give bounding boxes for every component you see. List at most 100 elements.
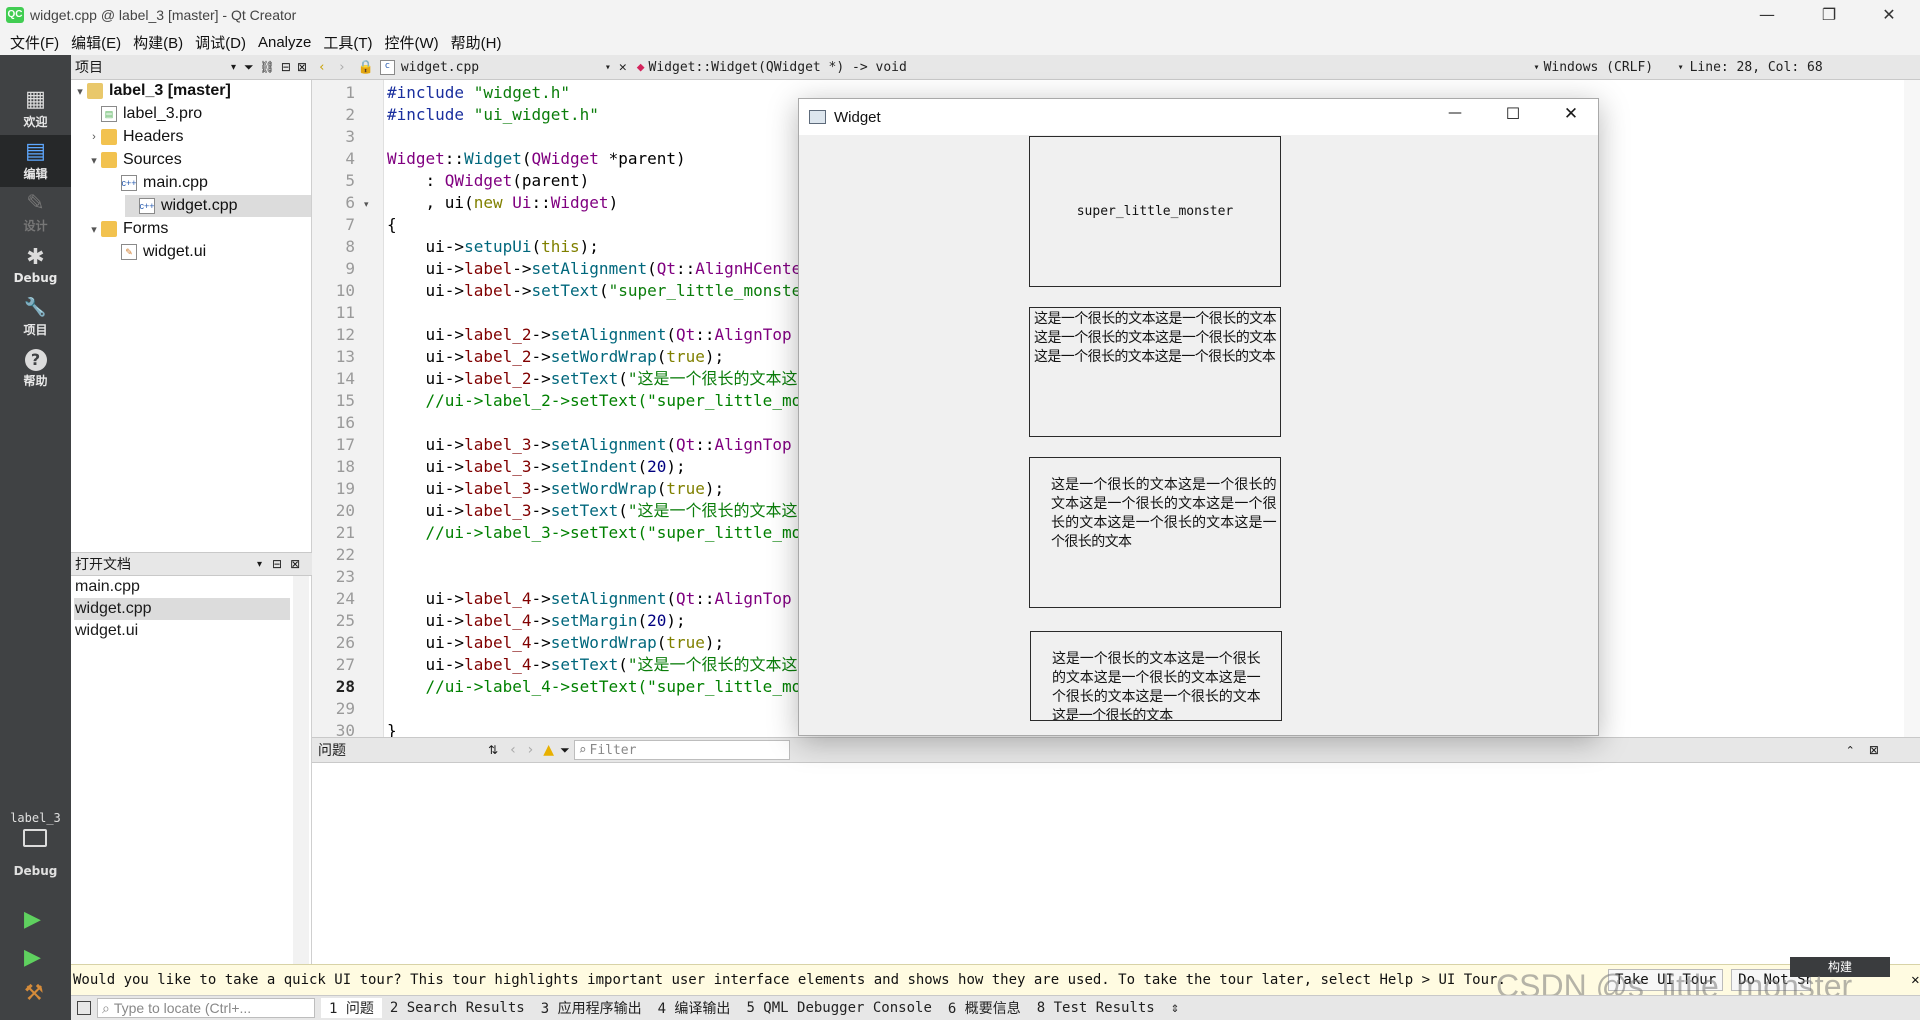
close-infobar-icon[interactable]: ✕: [1911, 972, 1919, 988]
menu-file[interactable]: 文件(F): [4, 32, 65, 53]
output-tab-test-results[interactable]: 8 Test Results: [1029, 1000, 1163, 1016]
mode-projects[interactable]: 🔧 项目: [0, 291, 71, 343]
monitor-icon[interactable]: [23, 829, 47, 847]
output-tab-qml-console[interactable]: 5 QML Debugger Console: [738, 1000, 939, 1016]
code-line[interactable]: ui->label->setAlignment(Qt::AlignHCenter: [387, 258, 811, 280]
split-icon[interactable]: ⊟: [272, 557, 282, 571]
menu-debug[interactable]: 调试(D): [189, 32, 252, 53]
open-doc-item[interactable]: widget.ui: [74, 620, 290, 642]
widget-maximize-button[interactable]: ☐: [1493, 104, 1533, 123]
label-3: 这是一个很长的文本这是一个很长的文本这是一个很长的文本这是一个很长的文本这是一个…: [1029, 457, 1281, 608]
code-line[interactable]: ui->label_3->setIndent(20);: [387, 456, 686, 478]
code-line[interactable]: ui->label_3->setWordWrap(true);: [387, 478, 725, 500]
output-tab-general-messages[interactable]: 6 概要信息: [940, 998, 1029, 1018]
tree-node-main-cpp[interactable]: c++ main.cpp: [71, 172, 311, 194]
dropdown-arrow-icon[interactable]: ▾: [1534, 62, 1540, 73]
current-file-combo[interactable]: widget.cpp: [401, 60, 605, 75]
output-tab-issues[interactable]: 1 问题: [321, 998, 382, 1018]
tree-node-forms[interactable]: ▾ Forms: [71, 218, 311, 240]
sort-icon[interactable]: ⇅: [488, 743, 498, 757]
cursor-position[interactable]: Line: 28, Col: 68: [1690, 60, 1823, 75]
tree-node-sources[interactable]: ▾ Sources: [71, 149, 311, 171]
issues-filter-input[interactable]: ⌕ Filter: [573, 740, 790, 760]
close-button[interactable]: ✕: [1860, 0, 1918, 29]
code-line[interactable]: ui->label_4->setAlignment(Qt::AlignTop: [387, 588, 792, 610]
filter-icon[interactable]: ⏷: [244, 60, 254, 75]
menu-help[interactable]: 帮助(H): [445, 32, 508, 53]
line-number: 23: [335, 567, 355, 586]
expand-arrow-icon[interactable]: ▾: [87, 223, 101, 236]
menu-build[interactable]: 构建(B): [127, 32, 189, 53]
open-doc-item[interactable]: widget.cpp: [74, 598, 290, 620]
open-docs-scrollbar[interactable]: [293, 576, 309, 964]
output-tab-app-output[interactable]: 3 应用程序输出: [533, 998, 650, 1018]
code-line[interactable]: , ui(new Ui::Widget): [387, 192, 619, 214]
code-line[interactable]: {: [387, 214, 397, 236]
locator-input[interactable]: ⌕ Type to locate (Ctrl+...: [97, 998, 315, 1018]
editor-scrollbar[interactable]: [1904, 80, 1920, 737]
code-line[interactable]: ui->label_4->setWordWrap(true);: [387, 632, 725, 654]
dropdown-arrow-icon[interactable]: ▾: [605, 62, 611, 73]
line-ending-combo[interactable]: Windows (CRLF): [1544, 60, 1678, 75]
widget-close-button[interactable]: ✕: [1551, 104, 1591, 124]
menu-tools[interactable]: 工具(T): [317, 32, 378, 53]
split-icon[interactable]: ⊟: [281, 60, 291, 74]
filter-icon[interactable]: ⏷: [560, 743, 570, 758]
restore-button[interactable]: ❐: [1800, 0, 1858, 29]
menu-edit[interactable]: 编辑(E): [65, 32, 127, 53]
fold-marker-icon[interactable]: ▾: [364, 200, 369, 210]
minimize-button[interactable]: —: [1738, 0, 1796, 29]
code-line[interactable]: ui->setupUi(this);: [387, 236, 599, 258]
code-line[interactable]: ui->label_2->setAlignment(Qt::AlignTop: [387, 324, 792, 346]
code-line[interactable]: ui->label_2->setWordWrap(true);: [387, 346, 725, 368]
code-line[interactable]: : QWidget(parent): [387, 170, 590, 192]
code-line[interactable]: Widget::Widget(QWidget *parent): [387, 148, 686, 170]
link-icon[interactable]: ⛓: [260, 60, 275, 74]
output-tab-search-results[interactable]: 2 Search Results: [382, 1000, 533, 1016]
open-doc-item[interactable]: main.cpp: [74, 576, 290, 598]
menu-widgets[interactable]: 控件(W): [379, 32, 445, 53]
close-pane-icon[interactable]: ⊠: [297, 60, 307, 74]
nav-back-icon[interactable]: ‹: [318, 60, 326, 75]
mode-edit[interactable]: ▤ 编辑: [0, 135, 71, 187]
code-line[interactable]: ui->label_4->setMargin(20);: [387, 610, 686, 632]
build-hammer-icon[interactable]: ⚒: [24, 981, 44, 1006]
expand-arrow-icon[interactable]: ›: [87, 131, 101, 143]
tree-node-pro[interactable]: ▤ label_3.pro: [71, 103, 311, 125]
tree-node-widget-ui[interactable]: ✎ widget.ui: [71, 241, 311, 263]
code-line[interactable]: ui->label_3->setAlignment(Qt::AlignTop: [387, 434, 792, 456]
debug-run-icon[interactable]: ▶: [24, 945, 41, 970]
mode-help[interactable]: ? 帮助: [0, 343, 71, 395]
warning-icon[interactable]: ▲: [543, 742, 554, 758]
run-icon[interactable]: ▶: [24, 907, 41, 932]
code-line[interactable]: #include "widget.h": [387, 82, 570, 104]
nav-forward-icon[interactable]: ›: [338, 60, 346, 75]
close-file-icon[interactable]: ✕: [619, 60, 627, 75]
widget-minimize-button[interactable]: —: [1435, 105, 1475, 121]
dropdown-arrow-icon[interactable]: ▾: [257, 559, 262, 570]
expand-arrow-icon[interactable]: ▾: [73, 85, 87, 98]
code-line[interactable]: ui->label->setText("super_little_monster…: [387, 280, 840, 302]
mode-welcome[interactable]: ▦ 欢迎: [0, 83, 71, 135]
close-pane-icon[interactable]: ⊠: [290, 557, 300, 571]
nav-forward-icon[interactable]: ›: [528, 742, 534, 758]
code-line[interactable]: }: [387, 720, 397, 737]
dropdown-arrow-icon[interactable]: ▾: [231, 62, 236, 73]
menu-analyze[interactable]: Analyze: [252, 34, 317, 51]
function-combo[interactable]: Widget::Widget(QWidget *) -> void: [649, 60, 1534, 75]
expand-arrow-icon[interactable]: ▾: [87, 154, 101, 167]
mode-design[interactable]: ✎ 设计: [0, 187, 71, 239]
dropdown-arrow-icon[interactable]: ▾: [1678, 62, 1684, 73]
mode-debug[interactable]: ✱ Debug: [0, 239, 71, 291]
nav-back-icon[interactable]: ‹: [510, 742, 516, 758]
output-tab-compile-output[interactable]: 4 编译输出: [650, 998, 739, 1018]
more-tabs-icon[interactable]: ⇕: [1163, 1000, 1187, 1016]
code-token: setWordWrap: [550, 633, 657, 652]
maximize-panel-icon[interactable]: ⌃: [1846, 744, 1855, 757]
code-line[interactable]: #include "ui_widget.h": [387, 104, 599, 126]
tree-node-headers[interactable]: › Headers: [71, 126, 311, 148]
close-panel-icon[interactable]: ⊠: [1869, 743, 1879, 757]
toggle-sidebar-icon[interactable]: [77, 1001, 91, 1015]
tree-node-project[interactable]: ▾ label_3 [master]: [71, 80, 311, 102]
tree-node-widget-cpp[interactable]: c++ widget.cpp: [125, 195, 311, 217]
